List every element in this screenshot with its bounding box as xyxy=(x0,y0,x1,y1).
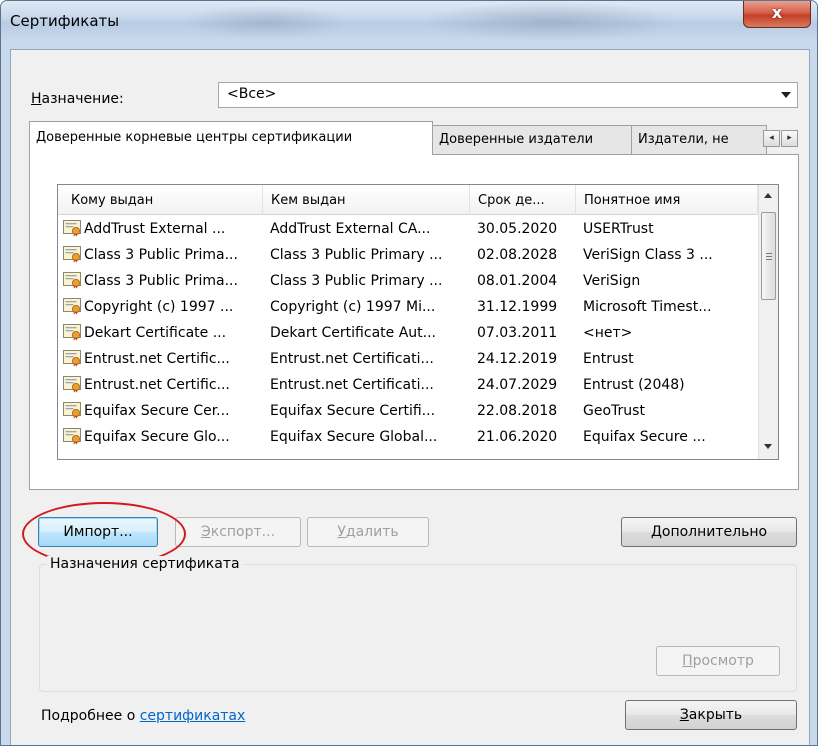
cell-issued-to: Entrust.net Certific... xyxy=(84,351,230,367)
chevron-down-icon[interactable] xyxy=(781,92,791,98)
cell-issued-to: Dekart Certificate ... xyxy=(84,325,227,341)
cell-issued-to: AddTrust External ... xyxy=(84,221,226,237)
scroll-down-icon[interactable] xyxy=(764,444,772,449)
cell-issued-by: Equifax Secure Certifi... xyxy=(270,403,436,419)
cell-friendly-name: Equifax Secure ... xyxy=(583,429,706,445)
certificates-link[interactable]: сертификатах xyxy=(140,708,246,724)
cell-friendly-name: Entrust xyxy=(583,351,634,367)
tab-trusted-publishers[interactable]: Доверенные издатели xyxy=(432,125,632,154)
certificate-icon xyxy=(63,402,81,419)
certificates-window: Сертификаты x Назначение: <Все> Доверенн… xyxy=(0,0,818,746)
column-header-issued-to[interactable]: Кому выдан xyxy=(58,185,263,215)
column-header-expiration[interactable]: Срок де... xyxy=(470,185,576,215)
table-row[interactable]: Entrust.net Certific... Entrust.net Certi… xyxy=(58,347,758,371)
cell-friendly-name: <нет> xyxy=(583,325,633,341)
cell-expiration: 22.08.2018 xyxy=(477,403,558,419)
table-row[interactable]: Class 3 Public Prima... Class 3 Public Pr… xyxy=(58,269,758,293)
cell-friendly-name: GeoTrust xyxy=(583,403,645,419)
tab-scroll-right-button[interactable]: ▸ xyxy=(781,130,798,147)
cell-issued-by: AddTrust External CA... xyxy=(270,221,431,237)
cell-expiration: 31.12.1999 xyxy=(477,299,558,315)
tab-trusted-root-ca[interactable]: Доверенные корневые центры сертификации xyxy=(29,121,433,155)
export-button[interactable]: Экспорт... xyxy=(175,517,301,547)
certificate-icon xyxy=(63,272,81,289)
cell-friendly-name: VeriSign Class 3 ... xyxy=(583,247,713,263)
certificate-icon xyxy=(63,376,81,393)
cell-issued-to: Class 3 Public Prima... xyxy=(84,247,238,263)
cell-expiration: 02.08.2028 xyxy=(477,247,558,263)
close-icon: x xyxy=(771,3,783,22)
cell-issued-by: Equifax Secure Global... xyxy=(270,429,438,445)
list-header: Кому выдан Кем выдан Срок де... Понятное… xyxy=(58,185,758,215)
cell-expiration: 30.05.2020 xyxy=(477,221,558,237)
close-button[interactable]: Закрыть xyxy=(625,700,797,730)
cell-issued-by: Class 3 Public Primary ... xyxy=(270,247,443,263)
more-info-text: Подробнее о сертификатах xyxy=(41,708,246,724)
table-row[interactable]: Equifax Secure Glo... Equifax Secure Glob… xyxy=(58,425,758,449)
titlebar-glass-highlight xyxy=(181,5,351,39)
cell-issued-by: Entrust.net Certificati... xyxy=(270,351,434,367)
table-row[interactable]: AddTrust External ... AddTrust External C… xyxy=(58,217,758,241)
cell-friendly-name: VeriSign xyxy=(583,273,641,289)
cell-friendly-name: USERTrust xyxy=(583,221,654,237)
cell-expiration: 21.06.2020 xyxy=(477,429,558,445)
title-bar[interactable]: Сертификаты x xyxy=(1,1,817,41)
cell-issued-to: Equifax Secure Glo... xyxy=(84,429,230,445)
certificate-icon xyxy=(63,324,81,341)
cell-expiration: 07.03.2011 xyxy=(477,325,558,341)
purpose-combobox[interactable]: <Все> xyxy=(218,82,798,108)
cell-expiration: 24.12.2019 xyxy=(477,351,558,367)
table-row[interactable]: Equifax Secure Cer... Equifax Secure Cert… xyxy=(58,399,758,423)
certificate-list[interactable]: Кому выдан Кем выдан Срок де... Понятное… xyxy=(57,184,779,460)
list-vertical-scrollbar[interactable] xyxy=(758,185,778,459)
column-header-issued-by[interactable]: Кем выдан xyxy=(263,185,470,215)
tab-untrusted-publishers[interactable]: Издатели, не xyxy=(631,125,767,154)
cell-issued-by: Copyright (c) 1997 Mi... xyxy=(270,299,436,315)
certificate-icon xyxy=(63,428,81,445)
purpose-combobox-value: <Все> xyxy=(227,86,277,102)
scrollbar-thumb[interactable] xyxy=(761,212,776,300)
cell-friendly-name: Microsoft Timest... xyxy=(583,299,712,315)
cell-expiration: 24.07.2029 xyxy=(477,377,558,393)
view-button[interactable]: Просмотр xyxy=(656,646,780,676)
cell-issued-to: Entrust.net Certific... xyxy=(84,377,230,393)
grip-icon xyxy=(766,253,772,254)
cell-issued-to: Equifax Secure Cer... xyxy=(84,403,230,419)
table-row[interactable]: Dekart Certificate ... Dekart Certificate… xyxy=(58,321,758,345)
cell-friendly-name: Entrust (2048) xyxy=(583,377,685,393)
table-row[interactable]: Copyright (c) 1997 ... Copyright (c) 1997… xyxy=(58,295,758,319)
scroll-up-icon[interactable] xyxy=(764,193,772,198)
window-title: Сертификаты xyxy=(10,12,120,30)
cell-issued-by: Entrust.net Certificati... xyxy=(270,377,434,393)
certificate-icon xyxy=(63,350,81,367)
arrow-right-icon: ▸ xyxy=(787,133,792,143)
cell-expiration: 08.01.2004 xyxy=(477,273,558,289)
certificate-purposes-label: Назначения сертификата xyxy=(47,556,243,572)
window-close-button[interactable]: x xyxy=(743,1,811,28)
cell-issued-to: Copyright (c) 1997 ... xyxy=(84,299,234,315)
tab-scroll-left-button[interactable]: ◂ xyxy=(763,130,780,147)
cell-issued-by: Dekart Certificate Aut... xyxy=(270,325,436,341)
table-row[interactable]: Entrust.net Certific... Entrust.net Certi… xyxy=(58,373,758,397)
advanced-button[interactable]: Дополнительно xyxy=(621,517,797,547)
cell-issued-to: Class 3 Public Prima... xyxy=(84,273,238,289)
certificate-icon xyxy=(63,246,81,263)
dialog-client-area: Назначение: <Все> Доверенные корневые це… xyxy=(10,49,810,745)
table-row[interactable]: Class 3 Public Prima... Class 3 Public Pr… xyxy=(58,243,758,267)
certificate-icon xyxy=(63,220,81,237)
certificate-icon xyxy=(63,298,81,315)
arrow-left-icon: ◂ xyxy=(769,133,774,143)
column-header-friendly-name[interactable]: Понятное имя xyxy=(576,185,758,215)
delete-button[interactable]: Удалить xyxy=(307,517,429,547)
titlebar-glass-highlight xyxy=(421,1,681,41)
cell-issued-by: Class 3 Public Primary ... xyxy=(270,273,443,289)
purpose-label: Назначение: xyxy=(31,91,124,107)
